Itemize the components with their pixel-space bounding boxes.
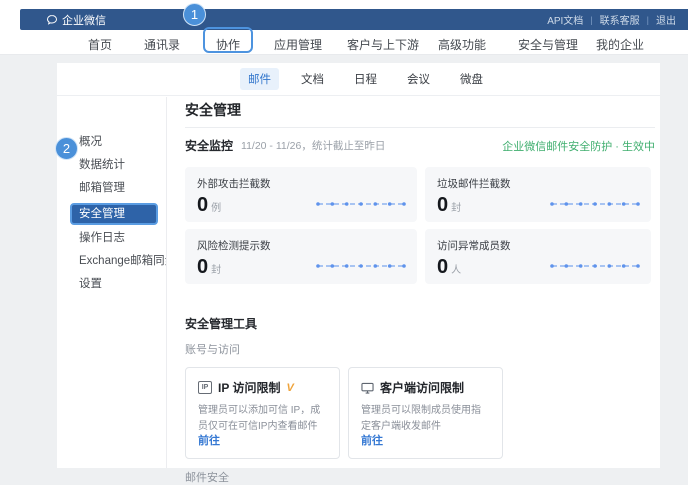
api-docs-link[interactable]: API文档 <box>547 12 583 27</box>
tool-card-title: IP 访问限制 <box>218 379 280 396</box>
stat-label: 访问异常成员数 <box>437 238 639 253</box>
app-header: 企业微信 API文档 | 联系客服 | 退出 首页 通讯录 协作 应用管理 客户… <box>0 0 688 55</box>
tool-card-description: 管理员可以限制成员使用指定客户端收发邮件 <box>361 403 490 434</box>
security-tools-heading: 安全管理工具 <box>185 315 655 332</box>
sparkline-chart <box>549 261 641 271</box>
security-monitor-heading: 安全监控 <box>185 137 233 154</box>
divider <box>185 127 655 128</box>
stat-value: 0 <box>197 256 208 279</box>
nav-item-collaboration[interactable]: 协作 <box>216 36 240 53</box>
page-title: 安全管理 <box>185 100 655 120</box>
brand-logo[interactable]: 企业微信 <box>46 12 106 28</box>
sparkline-chart <box>549 199 641 209</box>
module-tabs: 邮件 文档 日程 会议 微盘 <box>57 63 660 96</box>
content-area: 安全管理 安全监控 11/20 - 11/26，统计截止至昨日 企业微信邮件安全… <box>167 97 660 468</box>
stat-card-grid: 外部攻击拦截数 0 例 垃圾邮件拦截数 0 封 <box>185 167 655 284</box>
main-nav: 首页 通讯录 协作 应用管理 客户与上下游 高级功能 安全与管理 我的企业 <box>0 30 688 55</box>
sidebar-item-operation-logs[interactable]: 操作日志 <box>57 227 166 250</box>
logout-link[interactable]: 退出 <box>656 12 676 27</box>
group-label-mail-security: 邮件安全 <box>185 469 655 485</box>
group-label-account-access: 账号与访问 <box>185 341 655 357</box>
topbar-links: API文档 | 联系客服 | 退出 <box>547 12 676 27</box>
tool-card-title: 客户端访问限制 <box>380 379 464 396</box>
sidebar-item-settings[interactable]: 设置 <box>57 273 166 296</box>
tab-meeting[interactable]: 会议 <box>399 68 438 90</box>
stat-value: 0 <box>437 194 448 217</box>
nav-item-apps[interactable]: 应用管理 <box>274 36 322 53</box>
stat-unit: 封 <box>451 199 461 214</box>
tool-card-client-restriction: 客户端访问限制 管理员可以限制成员使用指定客户端收发邮件 前往 <box>348 367 503 459</box>
stat-card-risk-alerts: 风险检测提示数 0 封 <box>185 229 417 284</box>
divider: | <box>590 15 592 25</box>
tool-card-description: 管理员可以添加可信 IP，成员仅可在可信IP内查看邮件 <box>198 403 327 434</box>
protection-status-link[interactable]: 企业微信邮件安全防护 · 生效中 <box>502 138 655 154</box>
stat-value: 0 <box>437 256 448 279</box>
nav-item-customers[interactable]: 客户与上下游 <box>347 36 419 53</box>
tool-card-row: IP IP 访问限制 V 管理员可以添加可信 IP，成员仅可在可信IP内查看邮件… <box>185 367 655 459</box>
tab-docs[interactable]: 文档 <box>293 68 332 90</box>
vip-badge-icon: V <box>286 382 293 394</box>
go-to-ip-restriction-link[interactable]: 前往 <box>198 432 220 448</box>
stat-label: 垃圾邮件拦截数 <box>437 176 639 191</box>
tab-schedule[interactable]: 日程 <box>346 68 385 90</box>
go-to-client-restriction-link[interactable]: 前往 <box>361 432 383 448</box>
sparkline-chart <box>315 261 407 271</box>
main-panel: 邮件 文档 日程 会议 微盘 概况 数据统计 邮箱管理 安全管理 操作日志 Ex… <box>57 63 660 468</box>
stat-unit: 人 <box>451 261 461 276</box>
divider: | <box>647 15 649 25</box>
sparkline-chart <box>315 199 407 209</box>
stat-card-external-attacks: 外部攻击拦截数 0 例 <box>185 167 417 222</box>
nav-item-security-admin[interactable]: 安全与管理 <box>518 36 578 53</box>
security-monitor-header: 安全监控 11/20 - 11/26，统计截止至昨日 企业微信邮件安全防护 · … <box>185 137 655 154</box>
annotation-step-2-badge: 2 <box>55 137 78 160</box>
stat-unit: 封 <box>211 261 221 276</box>
topbar: 企业微信 API文档 | 联系客服 | 退出 <box>20 9 688 30</box>
monitor-period-text: 11/20 - 11/26，统计截止至昨日 <box>241 138 385 153</box>
stat-label: 风险检测提示数 <box>197 238 405 253</box>
sidebar-item-exchange-sync[interactable]: Exchange邮箱同步 <box>57 250 166 273</box>
nav-item-advanced[interactable]: 高级功能 <box>438 36 486 53</box>
stat-card-spam-blocked: 垃圾邮件拦截数 0 封 <box>425 167 651 222</box>
sidebar-item-security-management[interactable]: 安全管理 <box>70 203 158 225</box>
tool-card-ip-restriction: IP IP 访问限制 V 管理员可以添加可信 IP，成员仅可在可信IP内查看邮件… <box>185 367 340 459</box>
tab-drive[interactable]: 微盘 <box>452 68 491 90</box>
nav-item-contacts[interactable]: 通讯录 <box>144 36 180 53</box>
stat-unit: 例 <box>211 199 221 214</box>
stat-value: 0 <box>197 194 208 217</box>
contact-support-link[interactable]: 联系客服 <box>600 12 640 27</box>
nav-item-my-company[interactable]: 我的企业 <box>596 36 644 53</box>
stat-card-abnormal-access-members: 访问异常成员数 0 人 <box>425 229 651 284</box>
annotation-step-1-badge: 1 <box>183 3 206 26</box>
sidebar-item-mailbox-management[interactable]: 邮箱管理 <box>57 177 166 200</box>
client-device-icon <box>361 382 374 394</box>
stat-label: 外部攻击拦截数 <box>197 176 405 191</box>
nav-item-home[interactable]: 首页 <box>88 36 112 53</box>
tab-mail[interactable]: 邮件 <box>240 68 279 90</box>
ip-icon: IP <box>198 381 212 394</box>
brand-name: 企业微信 <box>62 12 106 28</box>
chat-bubble-icon <box>46 14 58 26</box>
